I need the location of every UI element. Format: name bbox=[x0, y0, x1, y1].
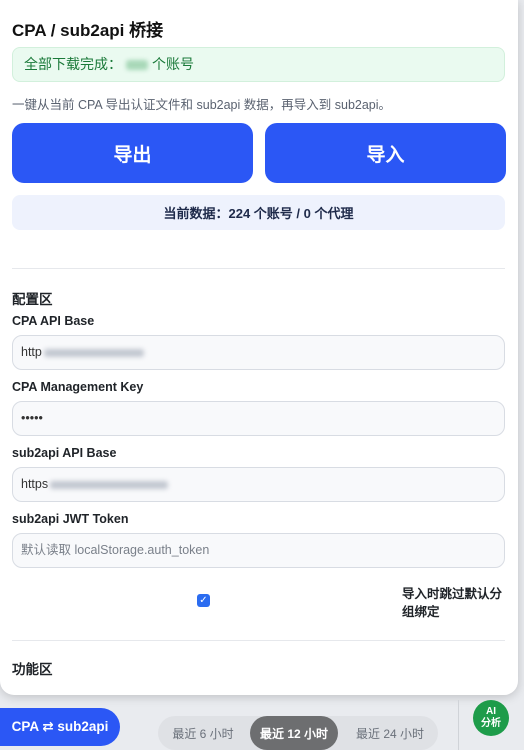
cpa-api-base-input[interactable]: http bbox=[12, 335, 505, 370]
range-24h[interactable]: 最近 24 小时 bbox=[342, 716, 438, 750]
functions-section-title: 功能区 bbox=[12, 662, 53, 677]
range-6h[interactable]: 最近 6 小时 bbox=[158, 716, 248, 750]
ai-label: AI bbox=[486, 706, 496, 717]
panel-description: 一键从当前 CPA 导出认证文件和 sub2api 数据，再导入到 sub2ap… bbox=[12, 98, 392, 112]
sub2api-base-label: sub2api API Base bbox=[12, 446, 117, 460]
range-12h[interactable]: 最近 12 小时 bbox=[250, 716, 338, 750]
status-suffix: 个账号 bbox=[152, 56, 194, 72]
cpa-management-key-value: ••••• bbox=[21, 411, 43, 425]
config-section-title: 配置区 bbox=[12, 292, 53, 307]
time-range-selector: 最近 6 小时 最近 12 小时 最近 24 小时 bbox=[158, 716, 438, 750]
cpa-api-base-value: http bbox=[21, 345, 42, 359]
export-button[interactable]: 导出 bbox=[12, 123, 253, 183]
cpa-sub2api-toggle-button[interactable]: CPA ⇄ sub2api bbox=[0, 708, 120, 746]
cpa-management-key-input[interactable]: ••••• bbox=[12, 401, 505, 436]
redacted-url bbox=[50, 480, 169, 489]
status-prefix: 全部下载完成： bbox=[24, 56, 122, 72]
redacted-url bbox=[43, 348, 144, 357]
import-button[interactable]: 导入 bbox=[265, 123, 506, 183]
divider bbox=[12, 268, 505, 269]
divider bbox=[458, 700, 459, 750]
skip-group-checkbox[interactable]: ✓ bbox=[197, 594, 210, 607]
panel-title: CPA / sub2api 桥接 bbox=[12, 21, 164, 40]
ai-analysis-label: 分析 bbox=[481, 718, 501, 729]
divider bbox=[12, 640, 505, 641]
redacted-count bbox=[126, 60, 148, 71]
bridge-panel: CPA / sub2api 桥接 全部下载完成： 个账号 一键从当前 CPA 导出… bbox=[0, 0, 518, 695]
sub2api-base-input[interactable]: https bbox=[12, 467, 505, 502]
ai-analysis-button[interactable]: AI 分析 bbox=[473, 700, 509, 736]
cpa-api-base-label: CPA API Base bbox=[12, 314, 95, 328]
cpa-management-key-label: CPA Management Key bbox=[12, 380, 144, 394]
sub2api-base-value: https bbox=[21, 477, 49, 491]
current-data-summary: 当前数据：224 个账号 / 0 个代理 bbox=[12, 195, 505, 230]
skip-group-label: 导入时跳过默认分组绑定 bbox=[402, 587, 503, 619]
jwt-token-label: sub2api JWT Token bbox=[12, 512, 129, 526]
download-status-banner: 全部下载完成： 个账号 bbox=[12, 47, 505, 82]
jwt-token-placeholder: 默认读取 localStorage.auth_token bbox=[21, 543, 210, 557]
jwt-token-input[interactable]: 默认读取 localStorage.auth_token bbox=[12, 533, 505, 568]
